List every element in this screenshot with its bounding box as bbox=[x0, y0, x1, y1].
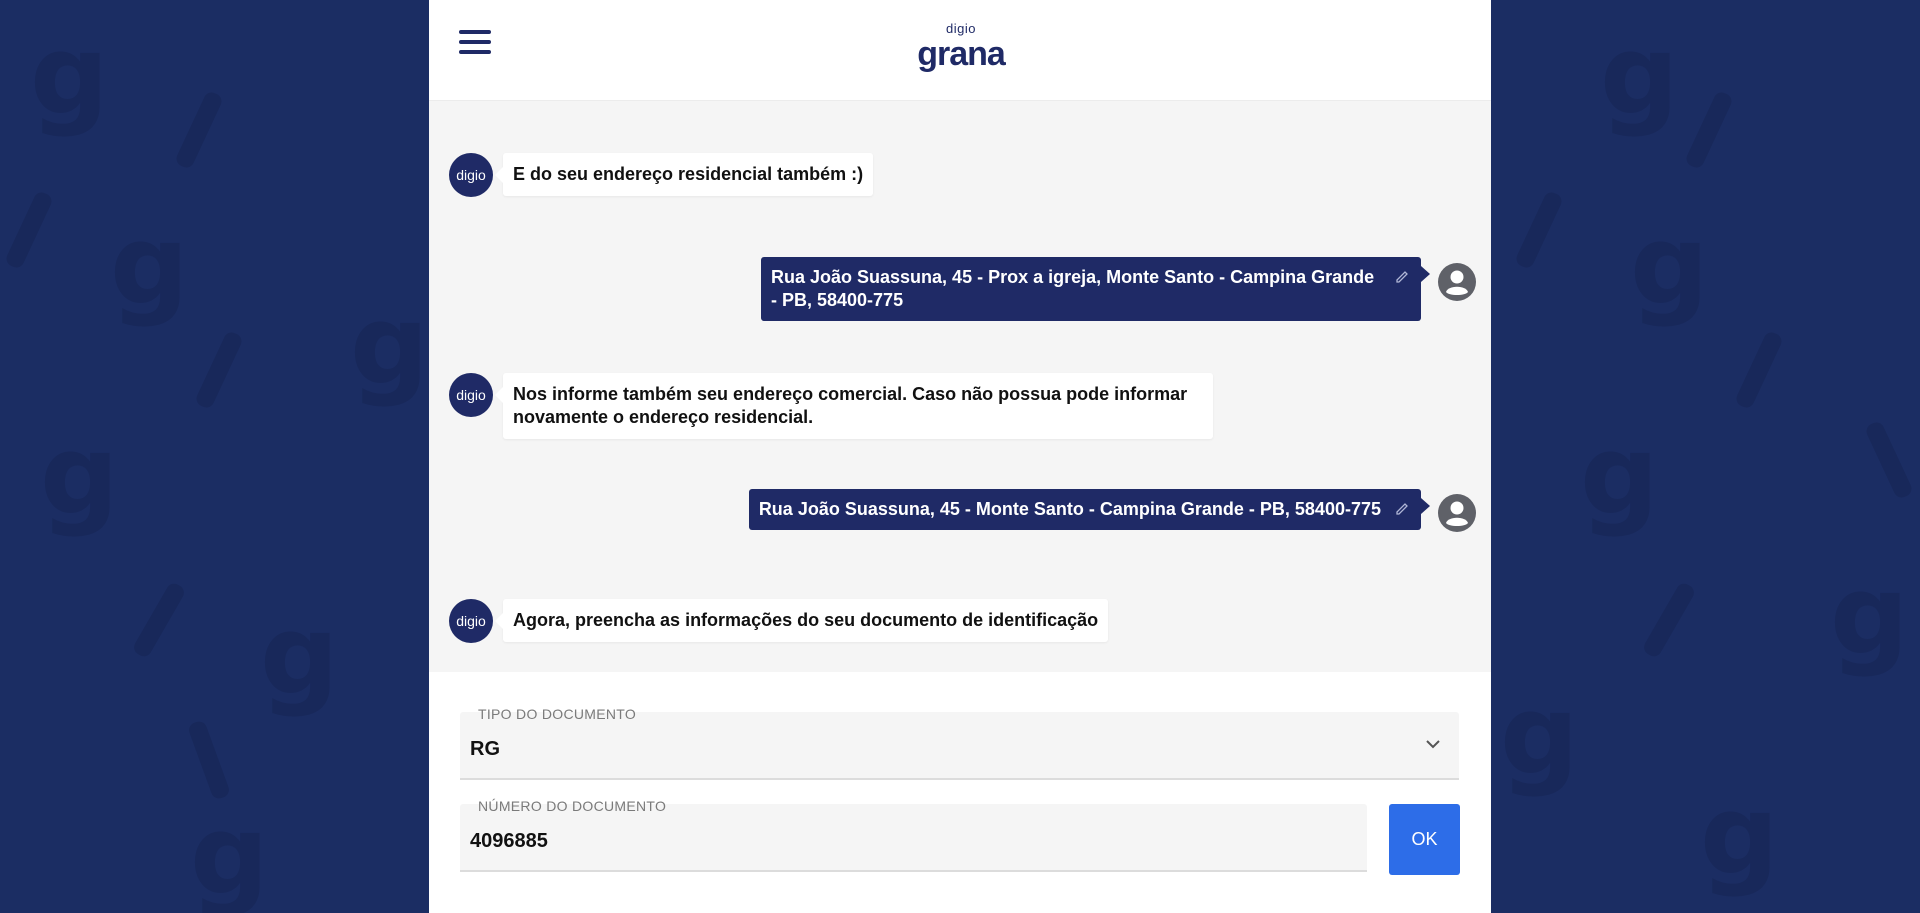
header: digio grana bbox=[429, 0, 1491, 101]
user-avatar-icon bbox=[1438, 494, 1476, 532]
bot-avatar: digio bbox=[449, 599, 493, 643]
user-avatar-icon bbox=[1438, 263, 1476, 301]
doc-type-value: RG bbox=[470, 738, 500, 760]
document-form: TIPO DO DOCUMENTO RG NÚMERO DO DOCUMENTO… bbox=[429, 672, 1491, 913]
chat-app: digio grana digio E do seu endereço resi… bbox=[429, 0, 1491, 913]
chat-thread: digio E do seu endereço residencial tamb… bbox=[429, 101, 1491, 671]
edit-icon[interactable] bbox=[1395, 499, 1411, 515]
logo: digio grana bbox=[915, 21, 1007, 73]
logo-big-text: grana bbox=[917, 35, 1006, 73]
logo-small-text: digio bbox=[946, 21, 976, 36]
menu-icon[interactable] bbox=[459, 30, 491, 58]
user-message-text: Rua João Suassuna, 45 - Monte Santo - Ca… bbox=[758, 499, 1381, 519]
doc-type-select[interactable]: TIPO DO DOCUMENTO RG bbox=[460, 706, 1459, 780]
chevron-down-icon[interactable] bbox=[1425, 736, 1441, 752]
edit-icon[interactable] bbox=[1395, 267, 1411, 283]
bot-message: E do seu endereço residencial também :) bbox=[494, 153, 874, 196]
doc-type-label: TIPO DO DOCUMENTO bbox=[478, 706, 637, 722]
bot-message: Nos informe também seu endereço comercia… bbox=[495, 373, 1213, 439]
ok-button[interactable]: OK bbox=[1389, 804, 1460, 875]
doc-number-value[interactable]: 4096885 bbox=[470, 830, 548, 853]
bot-message: Agora, preencha as informações do seu do… bbox=[494, 599, 1109, 642]
bot-avatar: digio bbox=[449, 153, 493, 197]
user-message: Rua João Suassuna, 45 - Monte Santo - Ca… bbox=[748, 489, 1431, 530]
user-message-text: Rua João Suassuna, 45 - Prox a igreja, M… bbox=[771, 267, 1375, 310]
user-message: Rua João Suassuna, 45 - Prox a igreja, M… bbox=[761, 257, 1430, 321]
doc-number-field[interactable]: NÚMERO DO DOCUMENTO 4096885 bbox=[460, 798, 1367, 872]
doc-number-label: NÚMERO DO DOCUMENTO bbox=[478, 798, 667, 814]
bot-avatar: digio bbox=[449, 373, 493, 417]
